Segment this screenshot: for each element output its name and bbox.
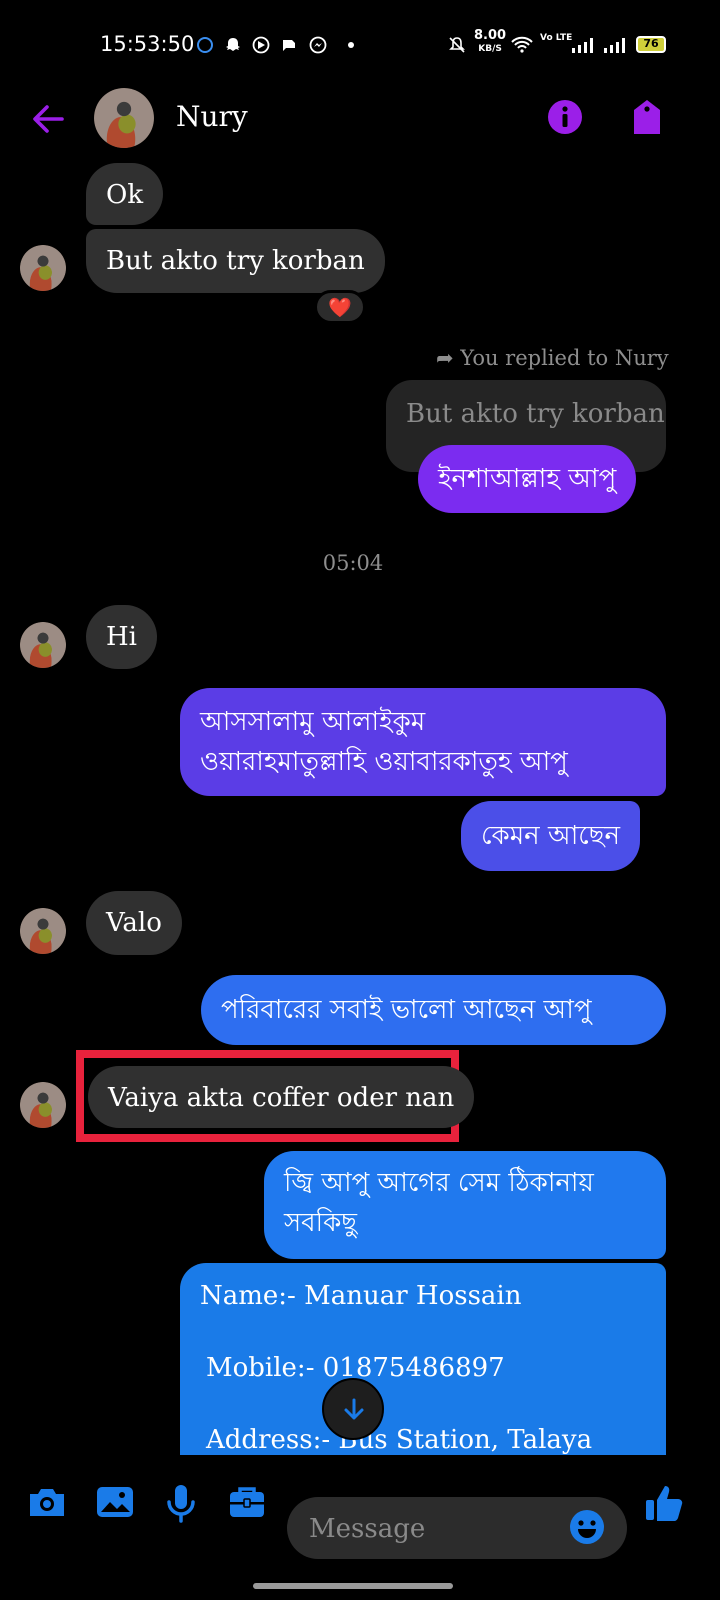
message-line: Name:- Manuar Hossain — [200, 1281, 522, 1311]
message-outgoing[interactable]: পরিবারের সবাই ভালো আছেন আপু — [201, 975, 666, 1045]
reply-icon: ➦ — [436, 346, 454, 370]
thumbs-up-icon[interactable] — [642, 1480, 688, 1526]
battery-icon: 76 — [636, 36, 666, 53]
status-bar: 15:53:50 8.00 KB/S Vo LTE 76 — [0, 0, 720, 90]
battery-level: 76 — [643, 37, 659, 50]
arrow-down-icon — [344, 1398, 364, 1420]
message-outgoing[interactable]: জ্বি আপু আগের সেম ঠিকানায় সবকিছু — [264, 1151, 666, 1259]
message-outgoing[interactable]: Name:- Manuar Hossain Mobile:- 018754868… — [180, 1263, 666, 1455]
message-line: সবকিছু — [284, 1208, 358, 1238]
message-line: আসসালামু আলাইকুম — [200, 707, 426, 737]
contact-avatar[interactable] — [94, 88, 154, 148]
home-indicator[interactable] — [253, 1583, 453, 1589]
snapchat-icon — [226, 38, 240, 51]
chat-icon — [283, 40, 295, 51]
message-incoming[interactable]: But akto try korban — [86, 229, 385, 293]
speed-value: 8.00 — [474, 28, 507, 43]
signal-icon-1 — [572, 38, 593, 53]
message-incoming[interactable]: Valo — [86, 891, 182, 955]
heart-reaction[interactable]: ❤️ — [314, 290, 366, 324]
messenger-icon — [309, 36, 327, 54]
emoji-icon[interactable] — [568, 1508, 606, 1546]
mute-icon — [449, 37, 465, 53]
message-incoming[interactable]: Hi — [86, 605, 157, 669]
timestamp: 05:04 — [322, 551, 384, 575]
sender-avatar — [20, 622, 66, 668]
message-line: ওয়ারাহমাতুল্লাহি ওয়াবারকাতুহ আপু — [200, 747, 568, 777]
message-input[interactable] — [307, 1497, 571, 1561]
back-arrow-icon[interactable] — [28, 99, 68, 139]
info-icon[interactable] — [547, 99, 583, 135]
message-line: Address:- Bus Station, Talaya — [206, 1425, 593, 1455]
message-line: জ্বি আপু আগের সেম ঠিকানায় — [284, 1168, 594, 1198]
contact-name[interactable]: Nury — [176, 100, 248, 133]
sender-avatar — [20, 245, 66, 291]
navigation-icon — [252, 36, 270, 54]
reply-indicator: ➦ You replied to Nury — [436, 346, 669, 370]
sender-avatar — [20, 1082, 66, 1128]
message-incoming[interactable]: Ok — [86, 163, 164, 225]
dot-icon — [348, 42, 354, 48]
message-outgoing[interactable]: কেমন আছেন — [461, 801, 641, 871]
status-time: 15:53:50 — [100, 32, 195, 56]
message-incoming[interactable]: Vaiya akta coffer oder nan — [88, 1066, 475, 1128]
app-notification-icon — [197, 37, 213, 53]
scroll-down-button[interactable] — [322, 1378, 384, 1440]
message-outgoing[interactable]: আসসালামু আলাইকুম ওয়ারাহমাতুল্লাহি ওয়াব… — [180, 688, 666, 796]
tag-icon[interactable] — [632, 98, 662, 136]
microphone-icon[interactable] — [158, 1480, 204, 1526]
volte-label: Vo LTE — [540, 33, 573, 43]
wifi-icon — [511, 36, 533, 53]
network-speed: 8.00 KB/S — [474, 28, 507, 55]
sender-avatar — [20, 908, 66, 954]
gallery-icon[interactable] — [92, 1480, 138, 1526]
camera-icon[interactable] — [24, 1480, 70, 1526]
speed-unit: KB/S — [478, 44, 502, 54]
briefcase-icon[interactable] — [224, 1480, 270, 1526]
reply-label: You replied to Nury — [460, 346, 669, 370]
signal-icon-2 — [604, 38, 625, 53]
message-outgoing[interactable]: ইনশাআল্লাহ আপু — [418, 445, 637, 513]
